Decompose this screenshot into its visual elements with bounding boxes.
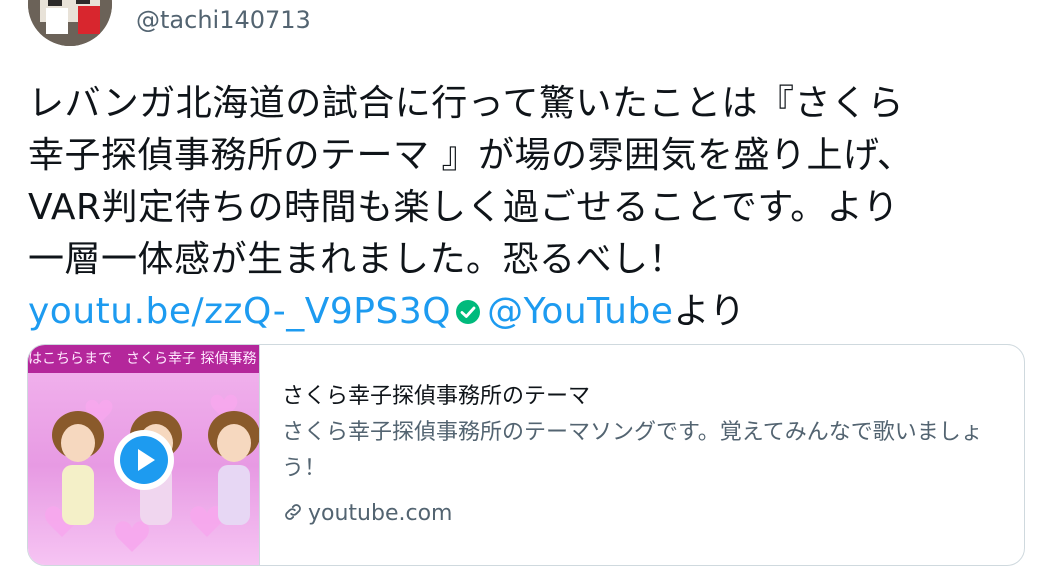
- card-domain: youtube.com: [282, 497, 1002, 531]
- card-body: さくら幸子探偵事務所のテーマ さくら幸子探偵事務所のテーマソングです。覚えてみん…: [282, 381, 1002, 531]
- avatar[interactable]: [28, 0, 112, 46]
- youtube-mention[interactable]: @YouTube: [487, 291, 673, 332]
- link-preview-card[interactable]: はこちらまで さくら幸子 探偵事務 さくら幸子探偵事務所のテーマ さくら幸子探偵…: [27, 344, 1025, 566]
- video-thumbnail[interactable]: はこちらまで さくら幸子 探偵事務: [28, 345, 260, 565]
- tweet-link-line: youtu.be/zzQ-_V9PS3Q @YouTubeより: [28, 286, 1028, 338]
- thumbnail-banner: はこちらまで さくら幸子 探偵事務: [28, 345, 259, 373]
- play-button[interactable]: [114, 430, 174, 490]
- verified-check-icon: [456, 300, 481, 324]
- card-domain-text: youtube.com: [308, 501, 453, 526]
- link-icon: [285, 504, 301, 520]
- play-icon: [120, 436, 168, 484]
- tweet-text-line: レバンガ北海道の試合に行って驚いたことは『さくら: [28, 83, 905, 124]
- card-description: さくら幸子探偵事務所のテーマソングです。覚えてみんなで歌いましょう！: [282, 420, 983, 481]
- tweet-text: レバンガ北海道の試合に行って驚いたことは『さくら 幸子探偵事務所のテーマ 』が場…: [28, 78, 1028, 338]
- user-handle[interactable]: @tachi140713: [136, 6, 311, 34]
- profile-photo-icon: [28, 0, 112, 46]
- tweet-suffix: より: [673, 291, 746, 332]
- tweet-link[interactable]: youtu.be/zzQ-_V9PS3Q: [28, 291, 451, 332]
- tweet-text-line: VAR判定待ちの時間も楽しく過ごせることです。より: [28, 187, 900, 228]
- tweet-text-line: 一層一体感が生まれました。恐るべし！: [28, 239, 686, 280]
- tweet-text-line: 幸子探偵事務所のテーマ 』が場の雰囲気を盛り上げ、: [28, 135, 914, 176]
- card-title: さくら幸子探偵事務所のテーマ: [282, 384, 591, 409]
